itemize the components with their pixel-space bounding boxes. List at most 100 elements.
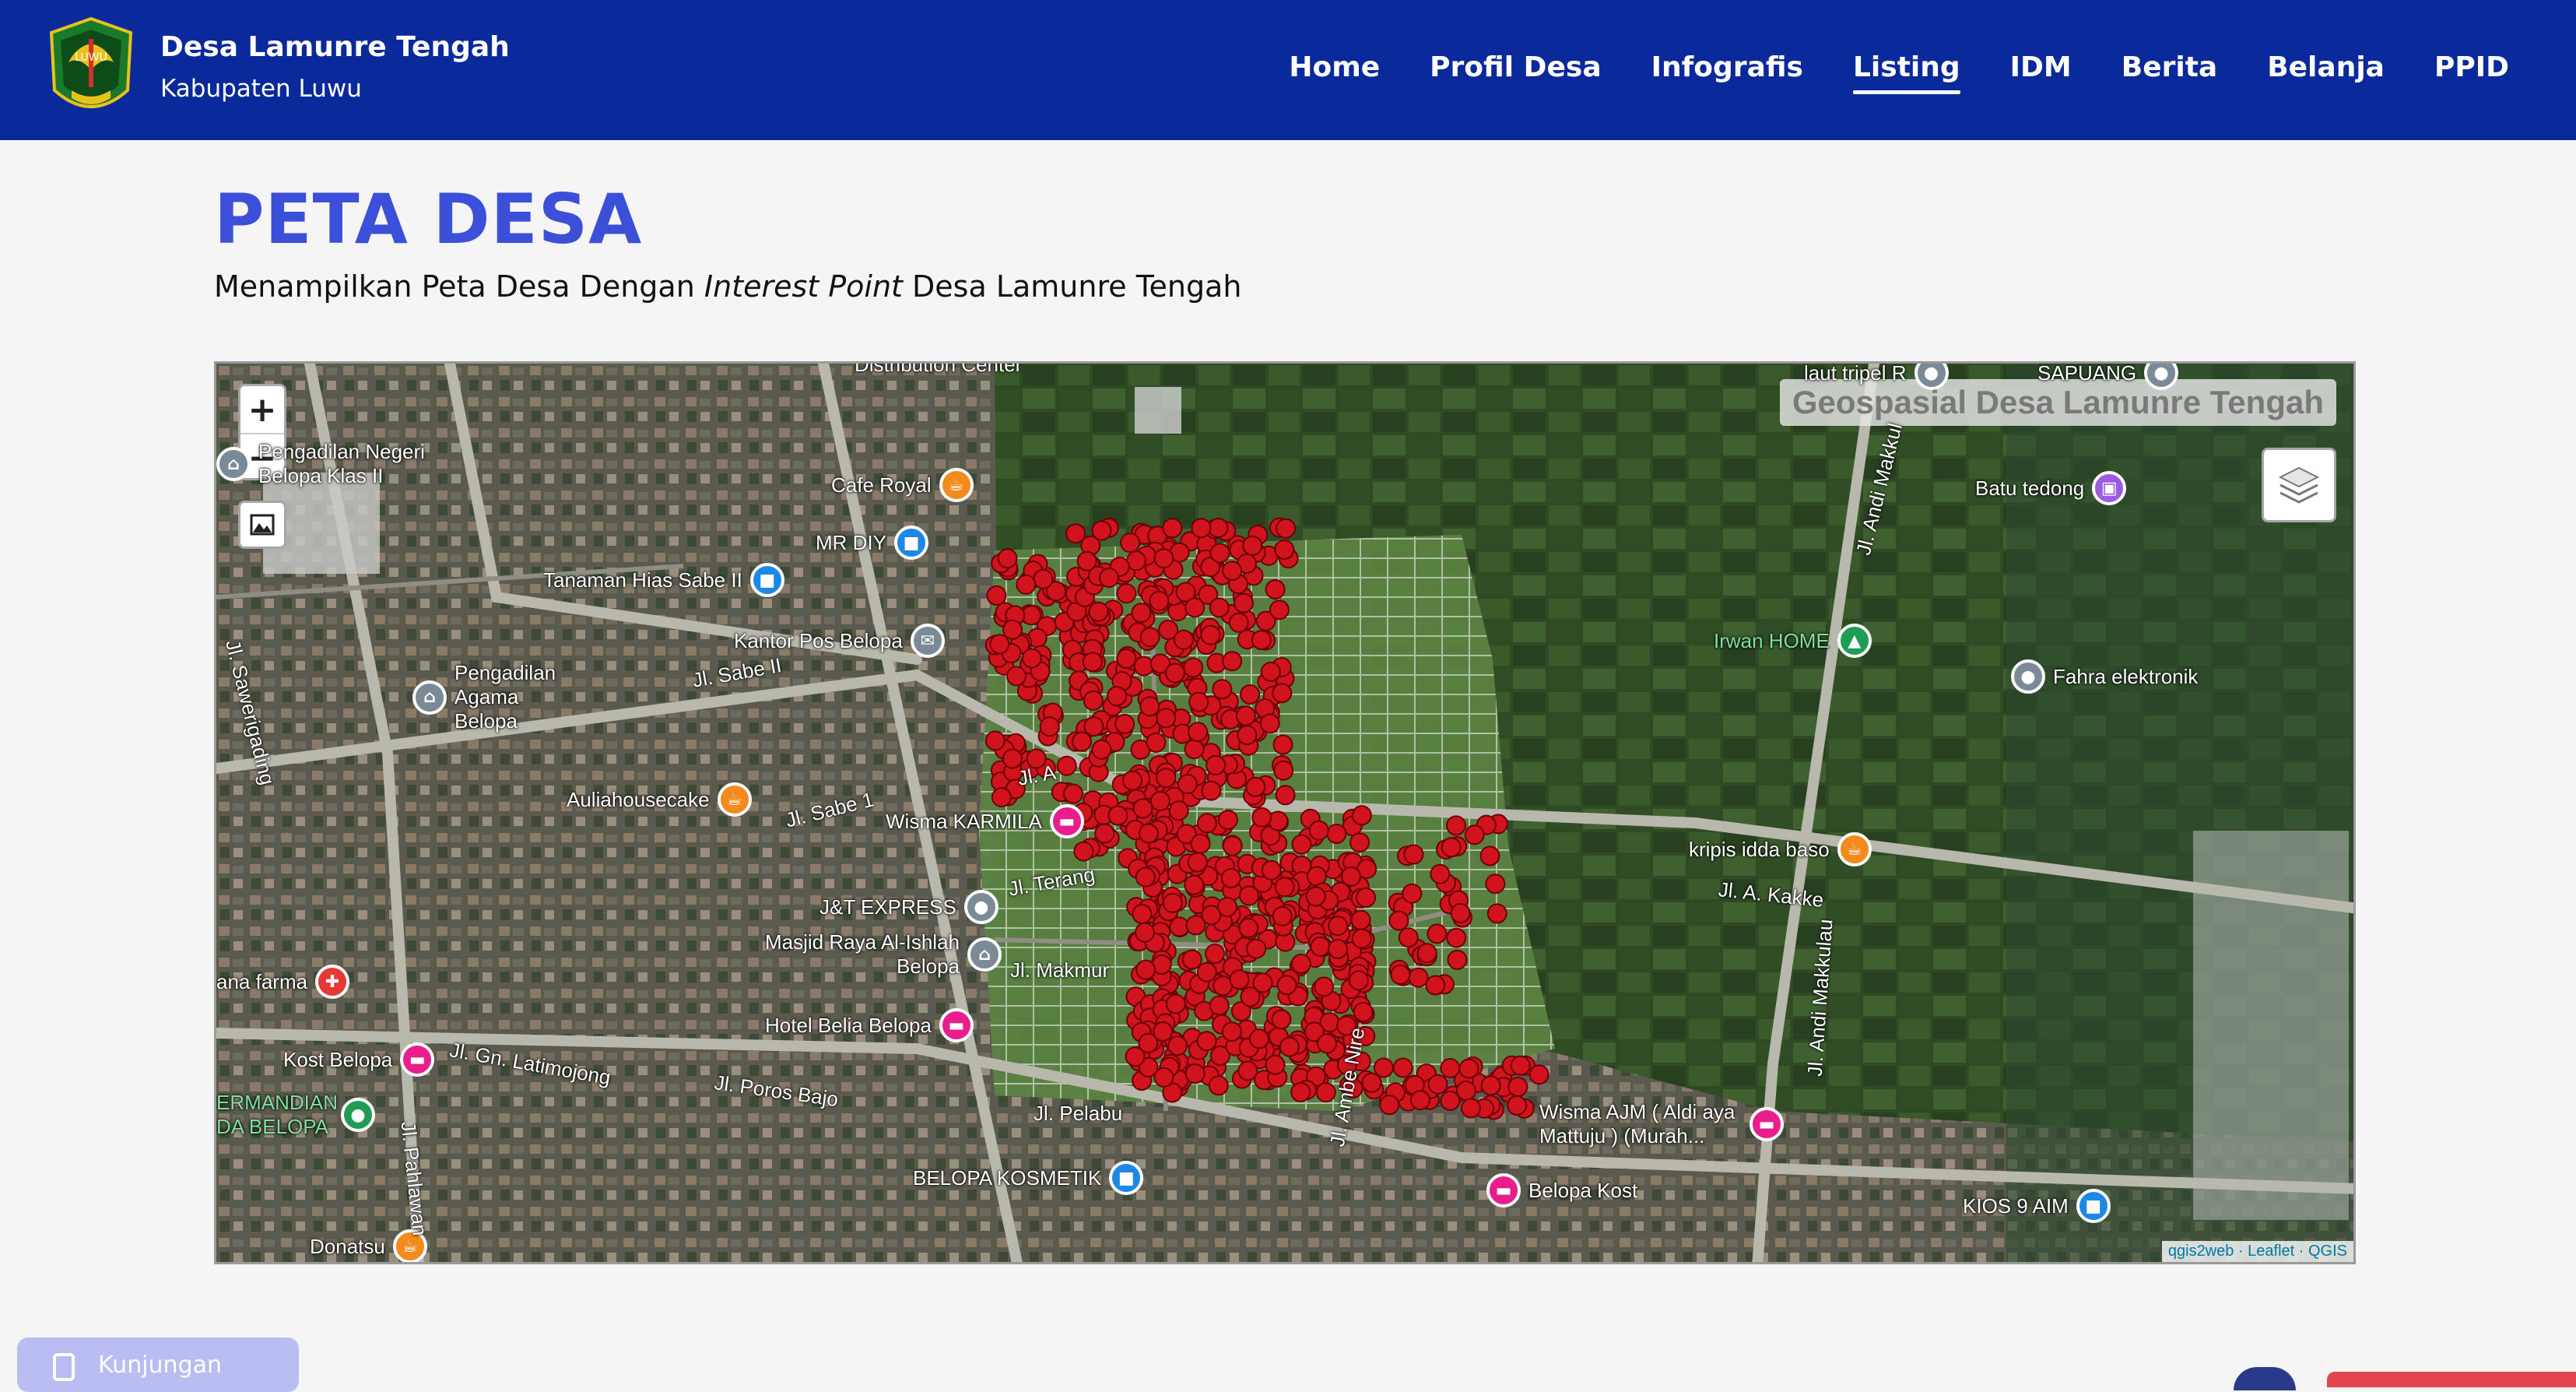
interest-point-marker[interactable] — [1430, 863, 1451, 884]
interest-point-marker[interactable] — [1425, 975, 1446, 996]
interest-point-marker[interactable] — [1208, 518, 1229, 538]
interest-point-marker[interactable] — [1135, 922, 1155, 943]
poi-wisma-ajm[interactable]: Wisma AJM ( Aldi aya Mattuju ) (Murah...… — [1539, 1100, 1784, 1148]
interest-point-marker[interactable] — [1220, 868, 1241, 888]
interest-point-marker[interactable] — [1271, 1009, 1292, 1030]
interest-point-marker[interactable] — [1082, 652, 1103, 673]
interest-point-marker[interactable] — [1379, 1095, 1400, 1116]
interest-point-marker[interactable] — [1156, 768, 1177, 789]
visit-counter-button[interactable]: Kunjungan — [17, 1338, 299, 1392]
interest-point-marker[interactable] — [1326, 824, 1347, 844]
interest-point-marker[interactable] — [1188, 691, 1209, 712]
interest-point-marker[interactable] — [1450, 902, 1471, 923]
interest-point-marker[interactable] — [1222, 651, 1243, 672]
interest-point-marker[interactable] — [1177, 774, 1198, 795]
interest-point-marker[interactable] — [1132, 798, 1153, 819]
nav-ppid[interactable]: PPID — [2434, 51, 2509, 83]
poi-kantor-pos[interactable]: Kantor Pos Belopa ✉ — [734, 624, 945, 658]
interest-point-marker[interactable] — [1276, 518, 1297, 539]
interest-point-marker[interactable] — [1238, 885, 1259, 906]
interest-point-marker[interactable] — [1427, 1074, 1448, 1095]
interest-point-marker[interactable] — [1265, 1054, 1286, 1075]
interest-point-marker[interactable] — [1361, 1072, 1382, 1093]
poi-ana-farma[interactable]: ana farma ✚ — [216, 965, 350, 999]
interest-point-marker[interactable] — [1273, 760, 1294, 781]
interest-point-marker[interactable] — [1184, 597, 1206, 618]
interest-point-marker[interactable] — [1039, 716, 1060, 737]
nav-profil-desa[interactable]: Profil Desa — [1430, 51, 1601, 83]
interest-point-marker[interactable] — [1276, 975, 1297, 996]
interest-point-marker[interactable] — [1173, 629, 1194, 650]
interest-point-marker[interactable] — [1272, 905, 1293, 926]
poi-mr-diy[interactable]: MR DIY ■ — [816, 526, 928, 560]
poi-masjid-raya[interactable]: Masjid Raya Al-Ishlah Belopa ⌂ — [749, 930, 1002, 979]
interest-point-marker[interactable] — [1205, 944, 1226, 964]
interest-point-marker[interactable] — [1209, 597, 1230, 618]
interest-point-marker[interactable] — [984, 730, 1005, 751]
interest-point-marker[interactable] — [1165, 663, 1185, 684]
poi-distribution-center[interactable]: Distribution Center — [855, 364, 1022, 377]
poi-fahra-elektronik[interactable]: ● Fahra elektronik — [2011, 659, 2198, 694]
poi-kripis-idda-baso[interactable]: kripis idda baso ☕ — [1689, 832, 1872, 866]
interest-point-marker[interactable] — [1153, 1067, 1174, 1088]
interest-point-marker[interactable] — [1510, 1055, 1531, 1076]
interest-point-marker[interactable] — [1314, 976, 1335, 997]
interest-point-marker[interactable] — [1464, 824, 1485, 845]
interest-point-marker[interactable] — [1272, 734, 1293, 755]
interest-point-marker[interactable] — [1146, 732, 1167, 753]
interest-point-marker[interactable] — [1245, 776, 1266, 797]
interest-point-marker[interactable] — [1021, 648, 1042, 669]
interest-point-marker[interactable] — [1248, 1028, 1269, 1049]
interest-point-marker[interactable] — [1238, 917, 1259, 938]
interest-point-marker[interactable] — [1135, 959, 1156, 980]
interest-point-marker[interactable] — [1083, 716, 1104, 737]
interest-point-marker[interactable] — [1065, 523, 1086, 544]
interest-point-marker[interactable] — [1235, 705, 1256, 726]
interest-point-marker[interactable] — [1403, 844, 1424, 865]
poi-irwan-home[interactable]: Irwan HOME ▲ — [1714, 624, 1872, 658]
interest-point-marker[interactable] — [1455, 1081, 1476, 1101]
interest-point-marker[interactable] — [1002, 619, 1023, 640]
interest-point-marker[interactable] — [1460, 1098, 1481, 1119]
interest-point-marker[interactable] — [1291, 834, 1312, 855]
interest-point-marker[interactable] — [1191, 518, 1212, 539]
interest-point-marker[interactable] — [1228, 612, 1249, 633]
interest-point-marker[interactable] — [1251, 807, 1272, 828]
interest-point-marker[interactable] — [1072, 731, 1093, 752]
interest-point-marker[interactable] — [1265, 579, 1286, 600]
interest-point-marker[interactable] — [1447, 949, 1468, 970]
interest-point-marker[interactable] — [1212, 679, 1233, 700]
interest-point-marker[interactable] — [1390, 964, 1411, 985]
interest-point-marker[interactable] — [1063, 783, 1083, 804]
interest-point-marker[interactable] — [1441, 837, 1462, 858]
interest-point-marker[interactable] — [1165, 993, 1186, 1014]
interest-point-marker[interactable] — [1073, 841, 1094, 862]
corner-banner[interactable] — [2327, 1372, 2576, 1387]
interest-point-marker[interactable] — [1099, 568, 1119, 589]
interest-point-marker[interactable] — [1229, 969, 1250, 990]
interest-point-marker[interactable] — [1305, 886, 1326, 907]
poi-pengadilan-agama[interactable]: ⌂ Pengadilan Agama Belopa — [412, 661, 587, 733]
interest-point-marker[interactable] — [1290, 954, 1311, 974]
interest-point-marker[interactable] — [1107, 686, 1127, 707]
poi-cafe-royal[interactable]: Cafe Royal ☕ — [831, 468, 974, 502]
interest-point-marker[interactable] — [1002, 748, 1023, 769]
interest-point-marker[interactable] — [1088, 601, 1109, 622]
interest-point-marker[interactable] — [1187, 852, 1208, 873]
interest-point-marker[interactable] — [1135, 866, 1156, 888]
interest-point-marker[interactable] — [1181, 949, 1202, 970]
interest-point-marker[interactable] — [1139, 627, 1160, 648]
village-map[interactable]: + − Geospasial Desa Lamunre Tengah qgis2… — [214, 361, 2356, 1264]
interest-point-marker[interactable] — [1156, 708, 1177, 729]
poi-auliahousecake[interactable]: Auliahousecake ☕ — [567, 782, 752, 817]
poi-wisma-karmila[interactable]: Wisma KARMILA ▬ — [886, 804, 1084, 838]
interest-point-marker[interactable] — [1274, 877, 1295, 898]
interest-point-marker[interactable] — [1392, 1057, 1413, 1078]
interest-point-marker[interactable] — [1222, 835, 1243, 856]
interest-point-marker[interactable] — [1197, 813, 1217, 834]
interest-point-marker[interactable] — [1200, 624, 1221, 645]
interest-point-marker[interactable] — [1016, 574, 1037, 595]
interest-point-marker[interactable] — [1356, 888, 1376, 908]
interest-point-marker[interactable] — [1209, 995, 1230, 1016]
interest-point-marker[interactable] — [1006, 666, 1027, 687]
